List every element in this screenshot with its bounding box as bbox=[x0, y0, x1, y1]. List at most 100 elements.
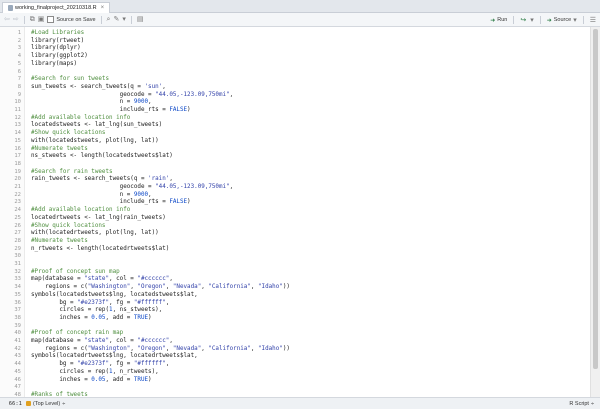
file-type-selector[interactable]: R Script ÷ bbox=[569, 401, 594, 407]
code-string: "Nevada" bbox=[172, 345, 202, 352]
code-line[interactable]: with(locatedrtweets, plot(lng, lat)) bbox=[31, 230, 159, 238]
line-number: 39 bbox=[14, 322, 21, 329]
code-line[interactable]: sun_tweets <- search_tweets(q = 'sun', bbox=[31, 84, 166, 92]
code-token: map(database = bbox=[31, 338, 85, 344]
code-line[interactable]: #Numerate tweets bbox=[31, 238, 88, 246]
code-line[interactable]: symbols(locatedstweets$lng, locatedstwee… bbox=[31, 292, 198, 300]
file-tab[interactable]: working_finalproject_20210318.R × bbox=[2, 2, 111, 13]
status-bar: 66:1 (Top Level) ÷ R Script ÷ bbox=[0, 397, 600, 409]
code-editor[interactable]: 1 2 3 4 5 6 7 8 9 10 11 12 13 14 15 16 17 18 19 20 21 22 23 24 2… bbox=[0, 27, 600, 397]
code-line[interactable]: #Add available location info bbox=[31, 115, 130, 123]
run-button[interactable]: ➜ Run bbox=[490, 17, 507, 24]
code-token: sun_tweets <- search_tweets(q = bbox=[31, 83, 145, 90]
code-string: "#ffffff" bbox=[133, 299, 166, 306]
code-string: "California" bbox=[208, 345, 251, 352]
code-line[interactable]: with(locatedstweets, plot(lng, lat)) bbox=[31, 138, 159, 146]
code-token: , bbox=[169, 338, 173, 344]
code-line[interactable]: bg = "#e2373f", fg = "#ffffff", bbox=[31, 300, 169, 308]
line-number: 4 bbox=[17, 53, 21, 60]
line-number: 16 bbox=[14, 145, 21, 152]
code-line[interactable]: regions = c("Washington", "Oregon", "Nev… bbox=[31, 284, 290, 292]
code-token: ) bbox=[148, 376, 152, 383]
save-icon[interactable]: ▣ bbox=[38, 16, 45, 23]
code-line[interactable]: #Load Libraries bbox=[31, 30, 84, 38]
line-number: 18 bbox=[14, 160, 21, 167]
code-line[interactable]: map(database = "state", col = "#cccccc", bbox=[31, 338, 173, 346]
code-token: bg = bbox=[31, 361, 78, 368]
close-tab-icon[interactable]: × bbox=[101, 5, 105, 11]
rerun-dropdown-icon[interactable]: ▾ bbox=[530, 17, 534, 24]
code-line[interactable]: #Show quick locations bbox=[31, 130, 105, 138]
line-number: 2 bbox=[17, 37, 21, 44]
code-line[interactable]: n_rtweets <- length(locatedrtweets$lat) bbox=[31, 246, 169, 254]
line-number: 6 bbox=[17, 68, 21, 75]
code-comment: #Show quick locations bbox=[31, 222, 106, 229]
code-line[interactable]: inches = 0.05, add = TRUE) bbox=[31, 376, 152, 385]
rerun-icon[interactable]: ↪ bbox=[520, 16, 526, 24]
code-line[interactable]: locatedrtweets <- lat_lng(rain_tweets) bbox=[31, 215, 166, 223]
code-token: , col = bbox=[109, 338, 138, 344]
code-token: , bbox=[148, 99, 152, 106]
line-number: 7 bbox=[17, 76, 21, 83]
back-arrow-icon[interactable]: ⇦ bbox=[4, 16, 10, 23]
vertical-scrollbar[interactable] bbox=[590, 27, 600, 397]
scope-selector[interactable]: (Top Level) ÷ bbox=[26, 401, 65, 407]
compile-report-icon[interactable]: ▤ bbox=[137, 16, 144, 23]
show-in-window-icon[interactable]: ⧉ bbox=[30, 16, 35, 23]
code-line[interactable]: locatedstweets <- lat_lng(sun_tweets) bbox=[31, 122, 162, 130]
code-token: geocode = bbox=[31, 184, 156, 190]
code-line[interactable]: regions = c("Washington", "Oregon", "Nev… bbox=[31, 346, 290, 354]
source-button[interactable]: ➜ Source ▾ bbox=[547, 17, 577, 24]
code-line[interactable]: rain_tweets <- search_tweets(q = 'rain', bbox=[31, 176, 173, 184]
line-number: 46 bbox=[14, 376, 21, 383]
search-icon[interactable]: ⌕ bbox=[107, 16, 111, 23]
code-line[interactable]: #Search for sun tweets bbox=[31, 76, 109, 84]
code-line[interactable]: library(maps) bbox=[31, 61, 77, 69]
line-number: 37 bbox=[14, 307, 21, 314]
code-string: "#e2373f" bbox=[77, 361, 110, 368]
code-line[interactable]: library(rtweet) bbox=[31, 38, 84, 46]
line-number: 10 bbox=[14, 99, 21, 106]
code-literal: 9000 bbox=[133, 191, 149, 198]
code-line[interactable]: #Search for rain tweets bbox=[31, 169, 113, 177]
scrollbar-thumb[interactable] bbox=[593, 29, 598, 369]
source-on-save-checkbox[interactable] bbox=[47, 16, 55, 23]
code-string: "Nevada" bbox=[172, 284, 202, 291]
code-token: , fg = bbox=[109, 299, 134, 306]
code-string: "#cccccc" bbox=[137, 338, 170, 344]
code-token: n = bbox=[31, 191, 134, 198]
outline-icon[interactable]: ☰ bbox=[590, 17, 596, 24]
toolbar-divider bbox=[130, 15, 132, 24]
code-token: inches = bbox=[31, 376, 92, 383]
run-label: Run bbox=[497, 17, 508, 23]
code-line[interactable]: ns_stweets <- length(locatedstweets$lat) bbox=[31, 153, 173, 161]
code-line[interactable]: symbols(locatedrtweets$lng, locatedrtwee… bbox=[31, 353, 198, 361]
code-line[interactable]: #Numerate tweets bbox=[31, 146, 88, 154]
line-number: 17 bbox=[14, 153, 21, 160]
code-line[interactable]: library(dplyr) bbox=[31, 45, 81, 53]
source-dropdown-icon[interactable]: ▾ bbox=[573, 17, 577, 24]
code-line[interactable]: #Show quick locations bbox=[31, 223, 105, 231]
code-line[interactable]: inches = 0.05, add = TRUE) bbox=[31, 315, 151, 323]
forward-arrow-icon[interactable]: ⇨ bbox=[13, 16, 19, 23]
code-line[interactable]: include_rts = FALSE) bbox=[31, 199, 191, 207]
code-line[interactable]: geocode = "44.05,-123.09,750mi", bbox=[31, 92, 234, 100]
code-line[interactable]: geocode = "44.05,-123.09,750mi", bbox=[31, 184, 234, 192]
code-literal: 0.05 bbox=[91, 376, 106, 383]
code-line[interactable]: library(ggplot2) bbox=[31, 53, 88, 61]
code-line[interactable]: n = 9000, bbox=[31, 99, 152, 107]
code-line[interactable]: map(database = "state", col = "#cccccc", bbox=[31, 276, 173, 284]
code-line[interactable]: include_rts = FALSE) bbox=[31, 107, 191, 115]
code-tools-wand-icon[interactable]: ✎ bbox=[113, 16, 119, 23]
wand-dropdown-icon[interactable]: ▾ bbox=[122, 16, 126, 23]
code-token: rain_tweets <- search_tweets(q = bbox=[31, 176, 149, 183]
code-line[interactable]: #Add available location info bbox=[31, 207, 130, 215]
code-string: "Oregon" bbox=[137, 345, 166, 352]
code-line[interactable]: circles = rep(1, n_rtweets), bbox=[31, 369, 158, 377]
code-line[interactable]: bg = "#e2373f", fg = "#ffffff", bbox=[31, 361, 169, 369]
code-line[interactable]: #Proof of concept sun map bbox=[31, 269, 120, 277]
code-line[interactable]: n = 9000, bbox=[31, 192, 152, 200]
source-on-save-toggle[interactable]: Source on Save bbox=[47, 16, 96, 23]
code-line[interactable]: #Proof of concept rain map bbox=[31, 330, 123, 338]
code-line[interactable]: circles = rep(1, ns_stweets), bbox=[31, 307, 162, 315]
